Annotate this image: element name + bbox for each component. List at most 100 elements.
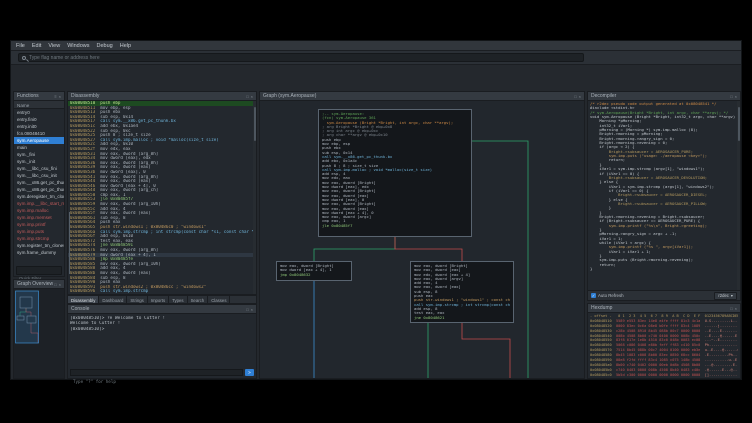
function-item[interactable]: sym.imp.__libc_start_main — [14, 200, 64, 207]
undock-icon[interactable]: □ — [574, 94, 576, 99]
search-input[interactable] — [29, 55, 580, 61]
hexdump-body: - offset - 0 1 2 3 4 5 6 7 8 9 A B C D E… — [588, 313, 740, 378]
hex-offset: 0x080485c0 — [590, 373, 616, 377]
close-icon[interactable]: × — [579, 94, 581, 99]
function-item[interactable]: sym.register_tm_clones — [14, 242, 64, 249]
instruction: mov eax, dword [arg_8h] — [100, 175, 158, 179]
graph-overview-canvas[interactable] — [14, 289, 64, 378]
function-item[interactable]: sym.imp.malloc — [14, 207, 64, 214]
function-item[interactable]: entry.fini0 — [14, 116, 64, 123]
undock-icon[interactable]: □ — [730, 94, 732, 99]
function-item[interactable]: entry0 — [14, 109, 64, 116]
functions-column-header[interactable]: Name — [14, 101, 64, 109]
auto-refresh-toggle[interactable]: ✓ Auto Refresh — [591, 293, 624, 298]
function-item[interactable]: main — [14, 144, 64, 151]
function-item[interactable]: sym.imp.strcmp — [14, 235, 64, 242]
function-item[interactable]: sym.imp.puts — [14, 228, 64, 235]
decompiler-scrollbar[interactable] — [737, 101, 740, 290]
address: 0x08048564 — [70, 220, 100, 224]
graph-overview-header: Graph Overview □ × — [14, 280, 64, 289]
graph-overview-title: Graph Overview — [17, 281, 53, 287]
menu-item-file[interactable]: File — [16, 43, 25, 49]
checkbox-checked-icon[interactable]: ✓ — [591, 293, 596, 298]
address: 0x0804855f — [70, 211, 100, 215]
cutter-main-window: FileEditViewWindowsDebugHelp Functions ≡… — [10, 40, 742, 380]
address: 0x08048517 — [70, 119, 100, 123]
function-item[interactable]: entry.init0 — [14, 123, 64, 130]
close-icon[interactable]: × — [735, 306, 737, 311]
tab-disassembly[interactable]: Disassembly — [68, 296, 99, 303]
tab-strings[interactable]: Strings — [127, 296, 147, 303]
menu-item-debug[interactable]: Debug — [97, 43, 113, 49]
menu-item-edit[interactable]: Edit — [32, 43, 41, 49]
console-prompt-input[interactable] — [71, 379, 242, 384]
undock-icon[interactable]: □ — [246, 94, 248, 99]
graph-panel-header: Graph (sym.Aeropause) □ × — [260, 92, 584, 101]
hex-offset: 0x08048570 — [590, 348, 616, 352]
graph-block-2[interactable]: mov eax, dword [Bright]mov dword [eax + … — [276, 261, 352, 281]
console-panel-header: Console □ × — [68, 305, 256, 314]
function-item[interactable]: sym.Aeropause — [14, 137, 64, 144]
close-icon[interactable]: × — [59, 282, 61, 287]
address: 0x08048550 — [70, 193, 100, 197]
address: 0x08048579 — [70, 253, 100, 257]
address: 0x08048580 — [70, 257, 100, 261]
graph-canvas[interactable]: ;-- sym.Aeropause:(fcn) sym.Aeropause 36… — [260, 101, 584, 378]
function-item[interactable]: sym.__x86.get_pc_thunk.ax — [14, 179, 64, 186]
graph-overview-panel: Graph Overview □ × — [13, 279, 65, 379]
scrollbar-thumb[interactable] — [738, 107, 740, 141]
function-item[interactable]: sym.__x86.get_pc_thunk.bx — [14, 186, 64, 193]
decompiler-line[interactable]: } — [590, 267, 737, 271]
disassembly-scrollbar[interactable] — [253, 101, 256, 294]
undock-icon[interactable]: □ — [54, 282, 56, 287]
menu-item-windows[interactable]: Windows — [67, 43, 89, 49]
function-item[interactable]: sym.frame_dummy — [14, 249, 64, 256]
close-icon[interactable]: × — [251, 307, 253, 312]
hex-ascii: .@......E...@... — [705, 368, 738, 372]
decompiler-panel-header: Decompiler □ × — [588, 92, 740, 101]
menu-item-view[interactable]: View — [48, 43, 60, 49]
close-icon[interactable]: × — [735, 94, 737, 99]
tab-types[interactable]: Types — [169, 296, 187, 303]
address: 0x0804853b — [70, 170, 100, 174]
panel-menu-icon[interactable]: ≡ — [54, 94, 56, 99]
address: 0x08048522 — [70, 129, 100, 133]
function-item[interactable]: fcn.08048410 — [14, 130, 64, 137]
graph-edge-b1-false — [395, 237, 462, 261]
overview-viewport[interactable] — [16, 291, 39, 343]
graph-block-3[interactable]: mov eax, dword [Bright]mov eax, dword [e… — [410, 261, 514, 323]
close-icon[interactable]: × — [251, 94, 253, 99]
console-input-box — [70, 369, 243, 376]
instruction: add ebx, 0x1ae4 — [100, 124, 138, 128]
function-item[interactable]: sym.imp.printf — [14, 221, 64, 228]
function-item[interactable]: sym.__libc_csu_init — [14, 172, 64, 179]
hex-bytes: c28b 4508 8910 8b45 088b 00c7 0000 0000 — [616, 329, 705, 333]
address: 0x08048510 — [70, 101, 100, 105]
function-item[interactable]: sym.imp.memset — [14, 214, 64, 221]
function-item[interactable]: sym.deregister_tm_clones — [14, 193, 64, 200]
hexdump-row[interactable]: 0x080485c0 5b5d c300 0000 0000 0000 0000… — [590, 373, 738, 378]
seek-search-box[interactable] — [18, 53, 584, 62]
hex-offset: 0x08048510 — [590, 319, 616, 323]
function-item[interactable]: sym._fini — [14, 151, 64, 158]
undock-icon[interactable]: □ — [730, 306, 732, 311]
decompiler-engine-select[interactable]: r2dec ▾ — [714, 292, 737, 300]
address: 0x08048590 — [70, 280, 100, 284]
close-icon[interactable]: × — [59, 94, 61, 99]
disassembly-line[interactable]: 0x08048596 call sym.imp.strcmp — [68, 289, 253, 294]
function-item[interactable]: sym._init — [14, 158, 64, 165]
tab-imports[interactable]: Imports — [148, 296, 169, 303]
console-send-button[interactable]: > — [245, 369, 254, 376]
function-item[interactable]: sym.__libc_csu_fini — [14, 165, 64, 172]
scrollbar-thumb[interactable] — [254, 107, 256, 141]
instruction: mov eax, dword [arg_10h] — [100, 262, 161, 266]
hex-offset: 0x080485a0 — [590, 363, 616, 367]
undock-icon[interactable]: □ — [246, 307, 248, 312]
menu-item-help[interactable]: Help — [120, 43, 131, 49]
tab-search[interactable]: Search — [188, 296, 209, 303]
hex-ascii: U.S.........L... — [705, 319, 738, 323]
tab-classes[interactable]: Classes — [208, 296, 230, 303]
instruction: mov eax, dword [eax] — [100, 179, 150, 183]
tab-dashboard[interactable]: Dashboard — [99, 296, 127, 303]
graph-block-1[interactable]: ;-- sym.Aeropause:(fcn) sym.Aeropause 36… — [318, 109, 472, 237]
